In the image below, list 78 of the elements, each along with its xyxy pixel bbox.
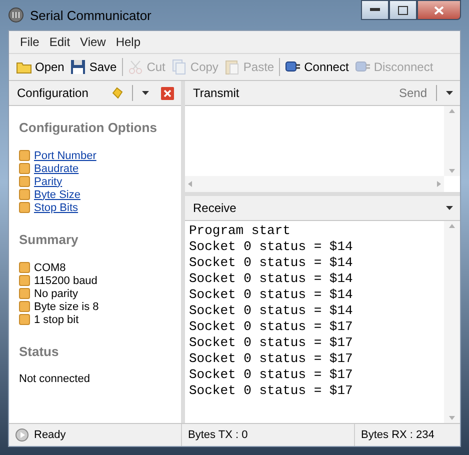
section-heading: Summary <box>19 232 80 247</box>
option-link[interactable]: Port Number <box>34 150 96 162</box>
menu-item[interactable]: Help <box>110 35 146 49</box>
received-line: Socket 0 status = $14 <box>189 239 354 255</box>
horizontal-scrollbar[interactable] <box>185 176 444 192</box>
toolbar-button[interactable]: Connect <box>282 59 352 75</box>
dropdown-button[interactable] <box>443 206 456 210</box>
bullet-icon <box>19 262 30 273</box>
vertical-scrollbar[interactable] <box>444 221 460 423</box>
scroll-up-arrow-icon[interactable] <box>449 108 455 114</box>
received-line: Socket 0 status = $14 <box>189 287 354 303</box>
option-link[interactable]: Byte Size <box>34 188 80 200</box>
received-line: Socket 0 status = $14 <box>189 255 354 271</box>
status-text: Ready <box>34 429 66 441</box>
play-icon <box>15 428 29 442</box>
panel-title: Configuration <box>17 86 88 100</box>
toolbar-button[interactable]: Save <box>67 59 120 75</box>
received-line: Socket 0 status = $14 <box>189 271 354 287</box>
option-link[interactable]: Baudrate <box>34 162 79 174</box>
scissors-icon <box>128 59 144 75</box>
bullet-icon <box>19 163 30 174</box>
summary-item: 1 stop bit <box>34 314 79 326</box>
bullet-icon <box>19 189 30 200</box>
bullet-icon <box>19 150 30 161</box>
dropdown-button[interactable] <box>443 91 456 95</box>
toolbar-button[interactable]: Open <box>13 59 68 75</box>
status-text: Bytes RX : 234 <box>361 429 434 441</box>
copy-pages-icon <box>171 59 188 75</box>
close-icon <box>434 6 444 14</box>
status-text: Not connected <box>19 373 91 385</box>
menu-item[interactable]: Edit <box>44 35 76 49</box>
bullet-icon <box>19 176 30 187</box>
panel-title: Receive <box>193 201 236 215</box>
app-icon <box>8 7 24 23</box>
bullet-icon <box>19 314 30 325</box>
minimize-button[interactable] <box>361 0 389 20</box>
received-line: Socket 0 status = $17 <box>189 383 354 399</box>
clipboard-icon <box>224 59 240 75</box>
caret-icon <box>446 206 453 210</box>
summary-item: COM8 <box>34 262 66 274</box>
scroll-left-arrow-icon[interactable] <box>187 181 193 187</box>
option-link[interactable]: Parity <box>34 176 62 188</box>
caret-icon <box>446 91 453 95</box>
option-link[interactable]: Stop Bits <box>34 202 78 214</box>
scroll-right-arrow-icon[interactable] <box>436 181 442 187</box>
received-line: Socket 0 status = $17 <box>189 335 354 351</box>
scroll-down-arrow-icon[interactable] <box>449 168 455 174</box>
received-line: Socket 0 status = $14 <box>189 303 354 319</box>
dropdown-button[interactable] <box>139 91 152 95</box>
summary-item: 115200 baud <box>34 274 98 286</box>
received-line: Program start <box>189 223 292 239</box>
send-button[interactable]: Send <box>396 86 430 100</box>
bullet-icon <box>19 288 30 299</box>
caret-icon <box>142 91 149 95</box>
bullet-icon <box>19 275 30 286</box>
minimize-icon <box>370 8 380 12</box>
close-button[interactable] <box>417 0 461 20</box>
menu-item[interactable]: File <box>15 35 44 49</box>
status-text: Bytes TX : 0 <box>188 429 248 441</box>
summary-item: No parity <box>34 288 78 300</box>
received-line: Socket 0 status = $17 <box>189 319 354 335</box>
section-heading: Configuration Options <box>19 120 158 135</box>
scroll-down-arrow-icon[interactable] <box>449 415 455 421</box>
vertical-scrollbar[interactable] <box>444 106 460 176</box>
scroll-up-arrow-icon[interactable] <box>449 223 455 229</box>
section-heading: Status <box>19 344 60 359</box>
close-icon <box>161 86 174 100</box>
bullet-icon <box>19 202 30 213</box>
received-line: Socket 0 status = $17 <box>189 351 354 367</box>
maximize-icon <box>398 6 408 14</box>
bullet-icon <box>19 301 30 312</box>
window-title: Serial Communicator <box>30 8 152 22</box>
received-line: Socket 0 status = $17 <box>189 367 354 383</box>
menu-item[interactable]: View <box>75 35 111 49</box>
maximize-button[interactable] <box>389 0 417 20</box>
panel-title: Transmit <box>193 86 240 100</box>
summary-item: Byte size is 8 <box>34 300 99 312</box>
close-panel-button[interactable] <box>158 86 177 100</box>
